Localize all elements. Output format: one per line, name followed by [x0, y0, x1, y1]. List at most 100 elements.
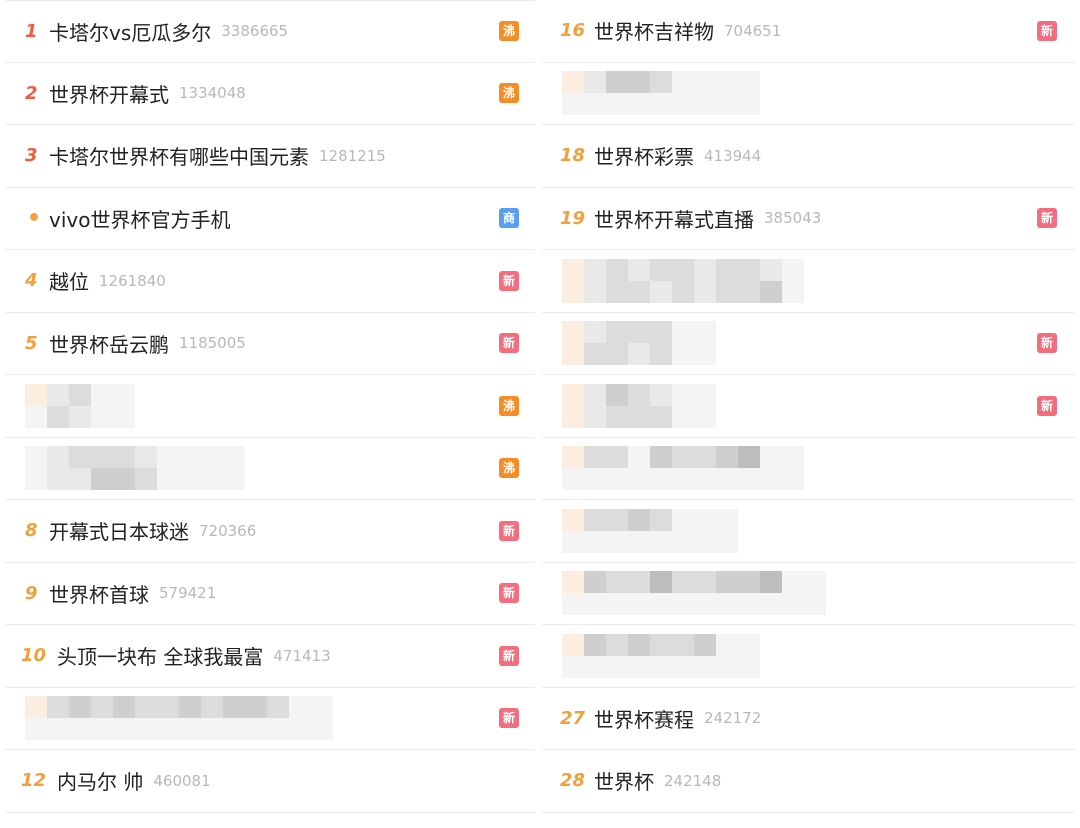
blur-cell	[760, 258, 782, 281]
blur-cell	[628, 71, 650, 94]
blur-cell	[606, 321, 628, 344]
rank-number: 16	[560, 20, 586, 42]
blur-cell	[113, 446, 135, 469]
censored-hot-search-row[interactable]	[542, 500, 1075, 563]
blur-cell	[672, 343, 694, 366]
blur-cell	[606, 593, 628, 616]
censored-hot-search-row[interactable]	[542, 562, 1075, 625]
blur-cell	[628, 258, 650, 281]
hot-search-title[interactable]: 开幕式日本球迷	[49, 516, 189, 545]
hot-search-row[interactable]: 9 世界杯首球 579421 新	[5, 562, 535, 625]
hot-search-title[interactable]: 卡塔尔vs厄瓜多尔	[49, 17, 211, 46]
censored-hot-search-row[interactable]	[542, 625, 1075, 688]
hot-search-title[interactable]: 世界杯彩票	[594, 141, 694, 170]
censored-hot-search-row[interactable]: 新	[5, 687, 535, 750]
blur-cell	[113, 696, 135, 719]
heat-count: 242148	[664, 771, 722, 790]
hot-search-row[interactable]: 27 世界杯赛程 242172	[542, 687, 1075, 750]
blur-cell	[672, 405, 694, 428]
blur-cell	[179, 468, 201, 491]
hot-search-row[interactable]: 2 世界杯开幕式 1334048 沸	[5, 62, 535, 125]
new-badge: 新	[499, 333, 519, 354]
blur-cell	[650, 71, 672, 94]
blur-cell	[606, 446, 628, 469]
blur-cell	[628, 468, 650, 491]
blur-cell	[738, 468, 760, 491]
hot-search-row[interactable]: 10 头顶一块布 全球我最富 471413 新	[5, 625, 535, 688]
blur-cell	[716, 71, 738, 94]
blur-cell	[289, 718, 311, 741]
hot-search-title[interactable]: 卡塔尔世界杯有哪些中国元素	[49, 141, 309, 170]
blur-cell	[650, 93, 672, 116]
hot-search-row[interactable]: 18 世界杯彩票 413944	[542, 125, 1075, 188]
blur-cell	[606, 93, 628, 116]
blur-cell	[47, 468, 69, 491]
blur-cell	[201, 718, 223, 741]
censored-hot-search-row[interactable]	[542, 250, 1075, 313]
hot-search-title[interactable]: 世界杯吉祥物	[594, 16, 714, 45]
hot-search-title[interactable]: 世界杯赛程	[594, 704, 694, 733]
hot-search-title[interactable]: 头顶一块布 全球我最富	[57, 641, 263, 670]
hot-search-title[interactable]: 越位	[49, 266, 89, 295]
censored-hot-search-row[interactable]	[542, 437, 1075, 500]
blur-cell	[584, 468, 606, 491]
blur-cell	[584, 343, 606, 366]
blur-cell	[628, 93, 650, 116]
rank-number: 28	[560, 770, 586, 792]
blur-cell	[562, 530, 584, 553]
blur-cell	[584, 655, 606, 678]
censored-hot-search-row[interactable]: 沸	[5, 437, 535, 500]
blur-cell	[47, 696, 69, 719]
blur-cell	[135, 468, 157, 491]
blur-cell	[584, 593, 606, 616]
blur-cell	[650, 405, 672, 428]
hot-search-row[interactable]: 5 世界杯岳云鹏 1185005 新	[5, 312, 535, 375]
hot-search-row[interactable]: 28 世界杯 242148	[542, 750, 1075, 813]
hot-search-row[interactable]: 8 开幕式日本球迷 720366 新	[5, 500, 535, 563]
rank-number: 19	[560, 207, 586, 229]
blur-cell	[562, 571, 584, 594]
blur-cell	[562, 508, 584, 531]
hot-search-row[interactable]: 1 卡塔尔vs厄瓜多尔 3386665 沸	[5, 0, 535, 63]
blur-cell	[650, 633, 672, 656]
hot-search-title[interactable]: 世界杯开幕式直播	[594, 204, 754, 233]
blur-cell	[672, 530, 694, 553]
hot-search-title[interactable]: 世界杯	[594, 766, 654, 795]
blur-cell	[650, 383, 672, 406]
blur-cell	[694, 321, 716, 344]
hot-search-row[interactable]: • vivo世界杯官方手机 商	[5, 187, 535, 250]
blur-cell	[25, 405, 47, 428]
blur-cell	[672, 71, 694, 94]
blur-cell	[738, 655, 760, 678]
blur-cell	[694, 280, 716, 303]
blur-cell	[25, 446, 47, 469]
hot-search-row[interactable]: 12 内马尔 帅 460081	[5, 750, 535, 813]
blur-cell	[628, 343, 650, 366]
hot-search-title[interactable]: 内马尔 帅	[57, 766, 143, 795]
censored-hot-search-row[interactable]: 新	[542, 312, 1075, 375]
hot-search-row[interactable]: 19 世界杯开幕式直播 385043 新	[542, 187, 1075, 250]
hot-search-title[interactable]: 世界杯首球	[49, 579, 149, 608]
blur-cell	[113, 468, 135, 491]
hot-search-row[interactable]: 3 卡塔尔世界杯有哪些中国元素 1281215	[5, 125, 535, 188]
censored-hot-search-row[interactable]	[542, 62, 1075, 125]
heat-count: 471413	[273, 646, 331, 665]
heat-count: 242172	[704, 709, 762, 728]
blur-cell	[628, 571, 650, 594]
hot-search-title[interactable]: 世界杯开幕式	[49, 79, 169, 108]
blur-cell	[738, 571, 760, 594]
hot-search-row[interactable]: 4 越位 1261840 新	[5, 250, 535, 313]
blur-cell	[694, 343, 716, 366]
censored-hot-search-row[interactable]: 沸	[5, 375, 535, 438]
censored-text-blur	[25, 446, 245, 491]
blur-cell	[606, 280, 628, 303]
new-badge: 新	[499, 583, 519, 604]
hot-search-title[interactable]: 世界杯岳云鹏	[49, 329, 169, 358]
blur-cell	[782, 258, 804, 281]
rank-number: 12	[21, 770, 47, 792]
blur-cell	[650, 571, 672, 594]
hot-search-row[interactable]: 16 世界杯吉祥物 704651 新	[542, 0, 1075, 63]
hot-search-title[interactable]: vivo世界杯官方手机	[49, 204, 230, 233]
censored-hot-search-row[interactable]: 新	[542, 375, 1075, 438]
blur-cell	[267, 696, 289, 719]
